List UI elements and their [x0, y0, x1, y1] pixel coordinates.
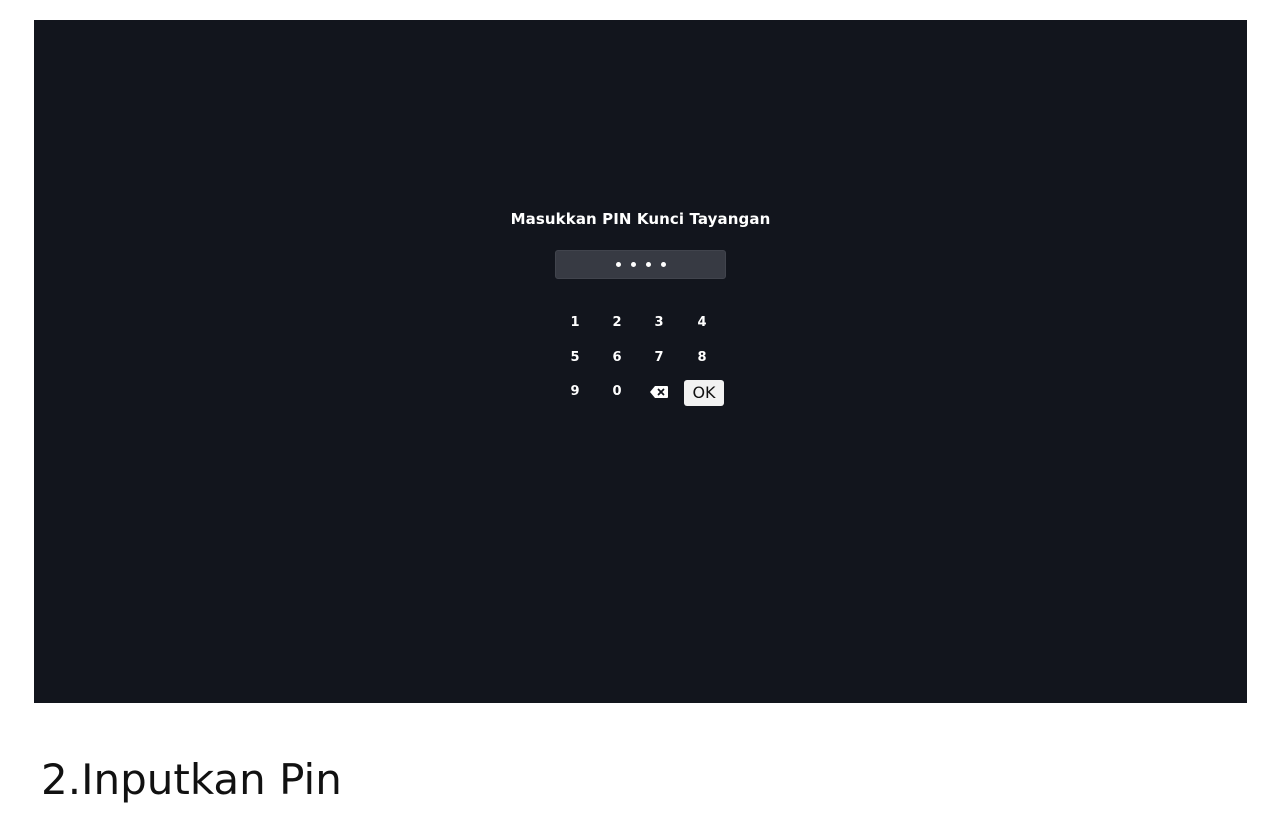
key-5[interactable]: 5	[555, 345, 595, 371]
backspace-icon	[649, 383, 669, 398]
tv-screen: Masukkan PIN Kunci Tayangan 1 2 3 4 5 6 …	[34, 20, 1247, 703]
key-7[interactable]: 7	[639, 345, 679, 371]
backspace-button[interactable]	[639, 379, 679, 405]
key-1[interactable]: 1	[555, 310, 595, 336]
pin-dot	[660, 262, 666, 267]
ok-button[interactable]: OK	[684, 380, 724, 406]
caption-text: 2.Inputkan Pin	[41, 755, 342, 804]
key-8[interactable]: 8	[682, 345, 722, 371]
key-0[interactable]: 0	[597, 379, 637, 405]
key-4[interactable]: 4	[682, 310, 722, 336]
pin-input-field[interactable]	[555, 250, 726, 279]
key-2[interactable]: 2	[597, 310, 637, 336]
pin-dot	[630, 262, 636, 267]
key-9[interactable]: 9	[555, 379, 595, 405]
pin-dot	[645, 262, 651, 267]
key-6[interactable]: 6	[597, 345, 637, 371]
pin-keypad: 1 2 3 4 5 6 7 8 9 0 OK	[555, 310, 735, 420]
key-3[interactable]: 3	[639, 310, 679, 336]
pin-dot	[615, 262, 621, 267]
pin-dialog-title: Masukkan PIN Kunci Tayangan	[510, 210, 771, 228]
page: Masukkan PIN Kunci Tayangan 1 2 3 4 5 6 …	[0, 0, 1280, 832]
